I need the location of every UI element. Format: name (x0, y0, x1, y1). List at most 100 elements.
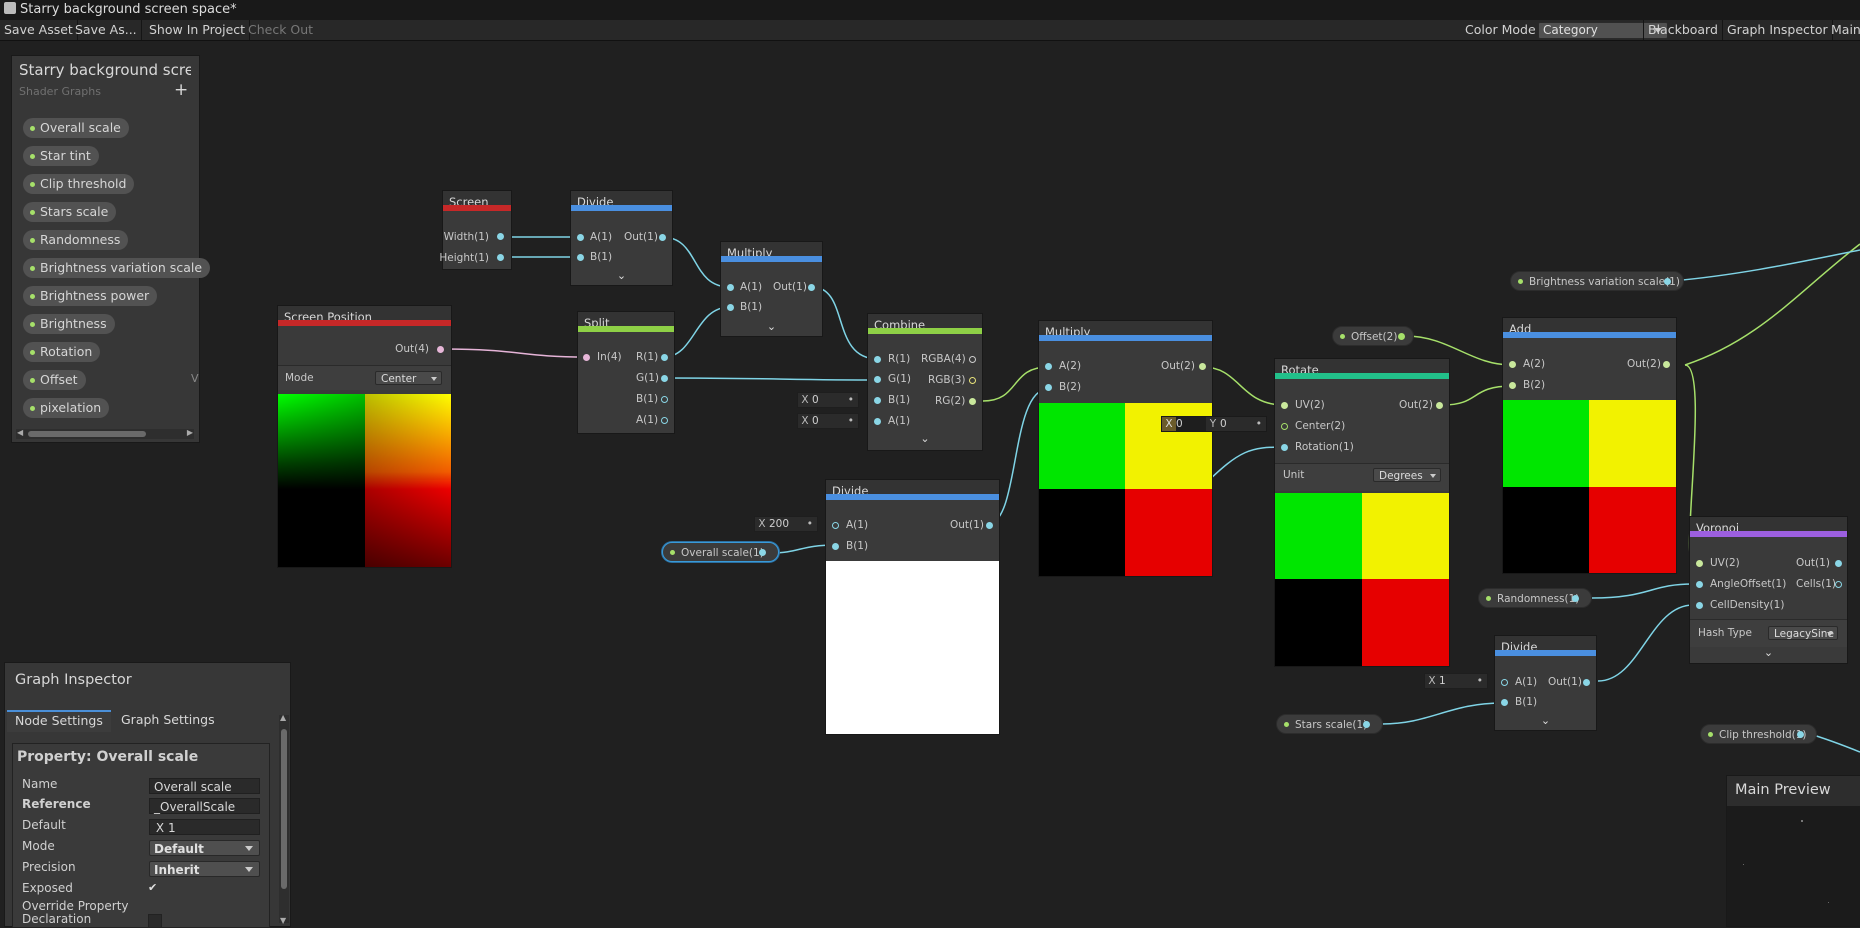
port-b-connector[interactable] (1501, 699, 1508, 706)
port-b-connector[interactable] (727, 304, 734, 311)
port-r-connector[interactable] (661, 354, 668, 361)
scroll-right-icon[interactable]: ▶ (187, 428, 193, 437)
divide-a-input[interactable]: X 200 • (754, 516, 818, 532)
port-a-connector[interactable] (1045, 363, 1052, 370)
port-b-connector[interactable] (874, 397, 881, 404)
scrollbar-thumb[interactable] (28, 431, 146, 437)
multiply-node-preview[interactable]: Multiply A(2) B(2) Out(2) (1039, 321, 1212, 576)
blackboard-property[interactable]: Stars scale (23, 202, 117, 222)
port-a-connector[interactable] (1501, 679, 1508, 686)
tab-graph-settings[interactable]: Graph Settings (113, 710, 223, 730)
chevron-down-icon[interactable]: ⌄ (1495, 714, 1596, 727)
port-out-connector[interactable] (1436, 402, 1443, 409)
port-cells-connector[interactable] (1835, 581, 1842, 588)
port-a-connector[interactable] (661, 417, 668, 424)
port-out-connector[interactable] (808, 284, 815, 291)
port-cell-density-connector[interactable] (1696, 602, 1703, 609)
default-field[interactable]: X1 (149, 819, 260, 835)
blackboard-property[interactable]: Brightness (23, 314, 115, 334)
port-rgb-connector[interactable] (969, 377, 976, 384)
port-r-connector[interactable] (874, 356, 881, 363)
blackboard-property[interactable]: Rotation (23, 342, 101, 362)
port-g-connector[interactable] (874, 376, 881, 383)
stars-scale-property-node[interactable]: Stars scale(1) (1276, 714, 1383, 734)
clip-threshold-property-node[interactable]: Clip threshold(1) (1700, 724, 1817, 744)
blackboard-property[interactable]: Brightness variation scale (23, 258, 211, 278)
port-a-connector[interactable] (874, 418, 881, 425)
voronoi-node[interactable]: Voronoi UV(2) AngleOffset(1) CellDensity… (1690, 517, 1847, 663)
multiply-node[interactable]: Multiply A(1) B(1) Out(1) ⌄ (721, 242, 822, 336)
main-preview-viewport[interactable] (1727, 806, 1860, 926)
port-rotation-connector[interactable] (1281, 444, 1288, 451)
port-a-connector[interactable] (727, 284, 734, 291)
blackboard-property[interactable]: Brightness power (23, 286, 158, 306)
divide-node[interactable]: Divide A(1) B(1) Out(1) ⌄ (571, 191, 672, 285)
port-b-connector[interactable] (661, 396, 668, 403)
port-a-connector[interactable] (1509, 361, 1516, 368)
rotate-node[interactable]: Rotate UV(2) Center(2) Rotation(1) Out(2… (1275, 359, 1449, 666)
reference-field[interactable]: _OverallScale (149, 798, 260, 814)
blackboard-property[interactable]: Star tint (23, 146, 99, 166)
chevron-down-icon[interactable]: ⌄ (1690, 646, 1847, 659)
port-out-connector[interactable] (986, 522, 993, 529)
split-node[interactable]: Split In(4) R(1) G(1) B(1) A(1) (578, 312, 674, 433)
port-b-connector[interactable] (577, 254, 584, 261)
combine-b-input[interactable]: X 0 • (797, 392, 859, 408)
blackboard-property[interactable]: Overall scale (23, 118, 129, 138)
port-out-connector[interactable] (659, 234, 666, 241)
scroll-up-icon[interactable]: ▲ (280, 713, 286, 722)
inspector-vertical-scrollbar[interactable]: ▲ ▼ (279, 713, 289, 925)
blackboard-property[interactable]: Offset (23, 370, 86, 390)
port-out-connector[interactable] (437, 346, 444, 353)
screen-node[interactable]: Screen Width(1) Height(1) (439, 191, 511, 269)
brightness-variation-scale-property-node[interactable]: Brightness variation scale(1) (1510, 271, 1684, 291)
port-a-connector[interactable] (577, 234, 584, 241)
port-uv-connector[interactable] (1281, 402, 1288, 409)
port-uv-connector[interactable] (1696, 560, 1703, 567)
hash-type-dropdown[interactable]: LegacySine (1768, 626, 1838, 640)
unit-dropdown[interactable]: Degrees (1373, 468, 1441, 482)
port-center-connector[interactable] (1281, 423, 1288, 430)
chevron-down-icon[interactable]: ⌄ (721, 320, 822, 333)
combine-a-input[interactable]: X 0 • (797, 413, 859, 429)
divide-node-preview[interactable]: Divide A(1) B(1) Out(1) (826, 480, 999, 734)
combine-node[interactable]: Combine R(1) G(1) B(1) A(1) RGBA(4) RGB(… (868, 314, 982, 450)
add-node[interactable]: Add A(2) B(2) Out(2) (1503, 318, 1676, 573)
port-rg-connector[interactable] (969, 398, 976, 405)
blackboard-property[interactable]: Randomness (23, 230, 129, 250)
mode-dropdown[interactable]: Center (375, 371, 442, 385)
scroll-left-icon[interactable]: ◀ (17, 428, 23, 437)
divide-stars-a-input[interactable]: X 1 • (1424, 673, 1488, 689)
port-out-connector[interactable] (1583, 679, 1590, 686)
overall-scale-property-node[interactable]: Overall scale(1) (662, 542, 779, 562)
port-in-connector[interactable] (583, 354, 590, 361)
tab-node-settings[interactable]: Node Settings (7, 710, 111, 732)
port-g-connector[interactable] (661, 375, 668, 382)
scroll-down-icon[interactable]: ▼ (280, 916, 286, 925)
offset-property-node[interactable]: Offset(2) (1332, 326, 1414, 346)
chevron-down-icon[interactable]: ⌄ (868, 432, 982, 445)
port-angle-offset-connector[interactable] (1696, 581, 1703, 588)
port-width-connector[interactable] (497, 233, 504, 240)
port-height-connector[interactable] (497, 254, 504, 261)
precision-dropdown[interactable]: Inherit (149, 861, 260, 877)
port-b-connector[interactable] (1045, 384, 1052, 391)
port-out-connector[interactable] (1663, 361, 1670, 368)
scrollbar-thumb[interactable] (281, 729, 287, 889)
port-out-connector[interactable] (1835, 560, 1842, 567)
blackboard-property[interactable]: Clip threshold (23, 174, 135, 194)
name-field[interactable]: Overall scale (149, 778, 260, 794)
blackboard-horizontal-scrollbar[interactable]: ◀ ▶ (16, 428, 194, 439)
port-b-connector[interactable] (832, 543, 839, 550)
blackboard-property[interactable]: pixelation (23, 398, 110, 418)
divide-node-stars[interactable]: Divide A(1) B(1) Out(1) ⌄ (1495, 636, 1596, 730)
rotate-center-input[interactable]: X 0 Y 0 • (1161, 416, 1267, 432)
screen-position-node[interactable]: Screen Position Out(4) Mode Center (278, 306, 451, 567)
port-a-connector[interactable] (832, 522, 839, 529)
add-property-button[interactable]: + (174, 80, 188, 100)
port-b-connector[interactable] (1509, 382, 1516, 389)
port-out-connector[interactable] (1199, 363, 1206, 370)
mode-dropdown[interactable]: Default (149, 840, 260, 856)
exposed-checkbox[interactable]: ✔ (148, 881, 157, 894)
port-rgba-connector[interactable] (969, 356, 976, 363)
